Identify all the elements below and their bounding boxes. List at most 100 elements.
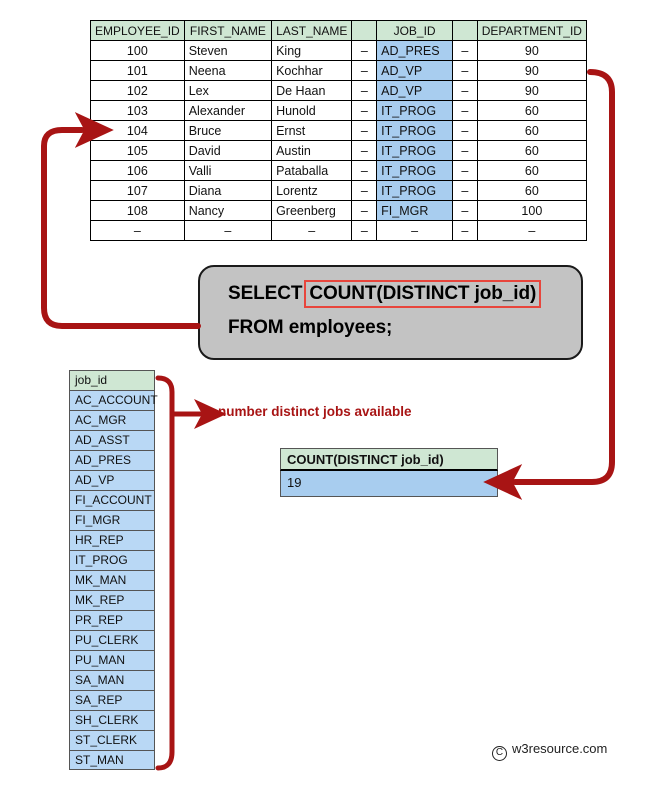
cell-last-name: De Haan bbox=[271, 80, 353, 101]
table-header-row: EMPLOYEE_ID FIRST_NAME LAST_NAME JOB_ID … bbox=[90, 20, 588, 41]
cell-spacer-right: – bbox=[451, 120, 478, 141]
cell-spacer-left: – bbox=[351, 60, 378, 81]
cell-department-id: 60 bbox=[476, 160, 588, 181]
cell-first-name: Alexander bbox=[183, 100, 273, 121]
cell-job-id: IT_PROG bbox=[376, 120, 453, 141]
job-id-list-item: HR_REP bbox=[69, 530, 155, 550]
cell-first-name: Steven bbox=[183, 40, 273, 61]
cell-first-name: – bbox=[183, 220, 273, 241]
sql-highlighted-expression: COUNT(DISTINCT job_id) bbox=[304, 280, 542, 308]
cell-first-name: David bbox=[183, 140, 273, 161]
job-id-list-item: AD_VP bbox=[69, 470, 155, 490]
job-id-list-item: MK_REP bbox=[69, 590, 155, 610]
table-body: 100 Steven King – AD_PRES –90 101 Neena Kochhar –… bbox=[90, 40, 588, 241]
cell-employee-id: 108 bbox=[90, 200, 185, 221]
cell-department-id: 90 bbox=[476, 80, 588, 101]
cell-spacer-right: – bbox=[451, 80, 478, 101]
table-row: 106 Valli Pataballa – IT_PROG –60 bbox=[90, 160, 588, 181]
cell-first-name: Nancy bbox=[183, 200, 273, 221]
job-id-list-item: AD_PRES bbox=[69, 450, 155, 470]
cell-department-id: 90 bbox=[476, 40, 588, 61]
result-column-header: COUNT(DISTINCT job_id) bbox=[280, 448, 498, 471]
annotation-label: number distinct jobs available bbox=[218, 404, 412, 419]
cell-job-id: AD_PRES bbox=[376, 40, 453, 61]
column-header-employee-id: EMPLOYEE_ID bbox=[90, 20, 185, 41]
cell-first-name: Diana bbox=[183, 180, 273, 201]
cell-employee-id: 107 bbox=[90, 180, 185, 201]
job-id-list-item: FI_MGR bbox=[69, 510, 155, 530]
cell-department-id: 60 bbox=[476, 120, 588, 141]
bracket-job-list bbox=[155, 375, 175, 771]
sql-query-box: SELECT COUNT(DISTINCT job_id) FROM employ… bbox=[198, 265, 583, 360]
cell-employee-id: 100 bbox=[90, 40, 185, 61]
cell-department-id: 60 bbox=[476, 100, 588, 121]
table-row: 100 Steven King – AD_PRES –90 bbox=[90, 40, 588, 61]
cell-job-id: FI_MGR bbox=[376, 200, 453, 221]
cell-job-id: – bbox=[376, 220, 453, 241]
job-id-list-item: IT_PROG bbox=[69, 550, 155, 570]
table-row: – – – – – – – bbox=[90, 220, 588, 241]
query-result-box: COUNT(DISTINCT job_id) 19 bbox=[280, 448, 498, 497]
cell-last-name: Greenberg bbox=[271, 200, 353, 221]
cell-job-id: IT_PROG bbox=[376, 100, 453, 121]
sql-line-from: FROM employees; bbox=[228, 317, 393, 338]
table-row: 107 Diana Lorentz – IT_PROG –60 bbox=[90, 180, 588, 201]
cell-last-name: Kochhar bbox=[271, 60, 353, 81]
cell-last-name: Austin bbox=[271, 140, 353, 161]
table-header: EMPLOYEE_ID FIRST_NAME LAST_NAME JOB_ID … bbox=[90, 20, 588, 41]
cell-last-name: Hunold bbox=[271, 100, 353, 121]
cell-spacer-left: – bbox=[351, 120, 378, 141]
column-header-spacer-right bbox=[451, 20, 478, 41]
cell-spacer-right: – bbox=[451, 100, 478, 121]
cell-spacer-left: – bbox=[351, 140, 378, 161]
cell-spacer-right: – bbox=[451, 220, 478, 241]
job-id-list-item: AC_MGR bbox=[69, 410, 155, 430]
job-id-list: job_id AC_ACCOUNT AC_MGR AD_ASST AD_PRES AD_… bbox=[69, 370, 158, 770]
cell-first-name: Valli bbox=[183, 160, 273, 181]
cell-spacer-right: – bbox=[451, 60, 478, 81]
column-header-job-id: JOB_ID bbox=[376, 20, 453, 41]
cell-first-name: Bruce bbox=[183, 120, 273, 141]
cell-employee-id: 105 bbox=[90, 140, 185, 161]
cell-employee-id: 102 bbox=[90, 80, 185, 101]
cell-spacer-left: – bbox=[351, 200, 378, 221]
table-row: 105 David Austin – IT_PROG –60 bbox=[90, 140, 588, 161]
cell-spacer-left: – bbox=[351, 80, 378, 101]
cell-spacer-right: – bbox=[451, 160, 478, 181]
job-id-list-item: AD_ASST bbox=[69, 430, 155, 450]
cell-spacer-right: – bbox=[451, 140, 478, 161]
site-name: w3resource.com bbox=[512, 741, 608, 756]
result-value-cell: 19 bbox=[280, 471, 498, 497]
cell-employee-id: 103 bbox=[90, 100, 185, 121]
job-id-list-item: FI_ACCOUNT bbox=[69, 490, 155, 510]
cell-job-id: AD_VP bbox=[376, 60, 453, 81]
job-id-list-item: PR_REP bbox=[69, 610, 155, 630]
job-id-list-item: PU_CLERK bbox=[69, 630, 155, 650]
cell-spacer-left: – bbox=[351, 160, 378, 181]
cell-last-name: Lorentz bbox=[271, 180, 353, 201]
footer-watermark: Cw3resource.com bbox=[492, 741, 607, 761]
job-id-list-item: ST_MAN bbox=[69, 750, 155, 770]
column-header-first-name: FIRST_NAME bbox=[183, 20, 273, 41]
cell-job-id: AD_VP bbox=[376, 80, 453, 101]
cell-spacer-left: – bbox=[351, 100, 378, 121]
job-id-list-item: AC_ACCOUNT bbox=[69, 390, 158, 410]
table-row: 103 Alexander Hunold – IT_PROG –60 bbox=[90, 100, 588, 121]
cell-last-name: – bbox=[271, 220, 353, 241]
cell-spacer-right: – bbox=[451, 200, 478, 221]
cell-employee-id: 106 bbox=[90, 160, 185, 181]
cell-employee-id: – bbox=[90, 220, 185, 241]
cell-department-id: – bbox=[476, 220, 588, 241]
sql-keyword-select: SELECT bbox=[228, 283, 303, 304]
cell-spacer-right: – bbox=[451, 40, 478, 61]
cell-spacer-right: – bbox=[451, 180, 478, 201]
cell-last-name: Ernst bbox=[271, 120, 353, 141]
table-row: 102 Lex De Haan – AD_VP –90 bbox=[90, 80, 588, 101]
cell-job-id: IT_PROG bbox=[376, 160, 453, 181]
cell-department-id: 90 bbox=[476, 60, 588, 81]
cell-employee-id: 101 bbox=[90, 60, 185, 81]
sql-line-select: SELECT COUNT(DISTINCT job_id) bbox=[228, 280, 581, 308]
copyright-icon: C bbox=[492, 746, 507, 761]
column-header-last-name: LAST_NAME bbox=[271, 20, 353, 41]
table-row: 101 Neena Kochhar – AD_VP –90 bbox=[90, 60, 588, 81]
